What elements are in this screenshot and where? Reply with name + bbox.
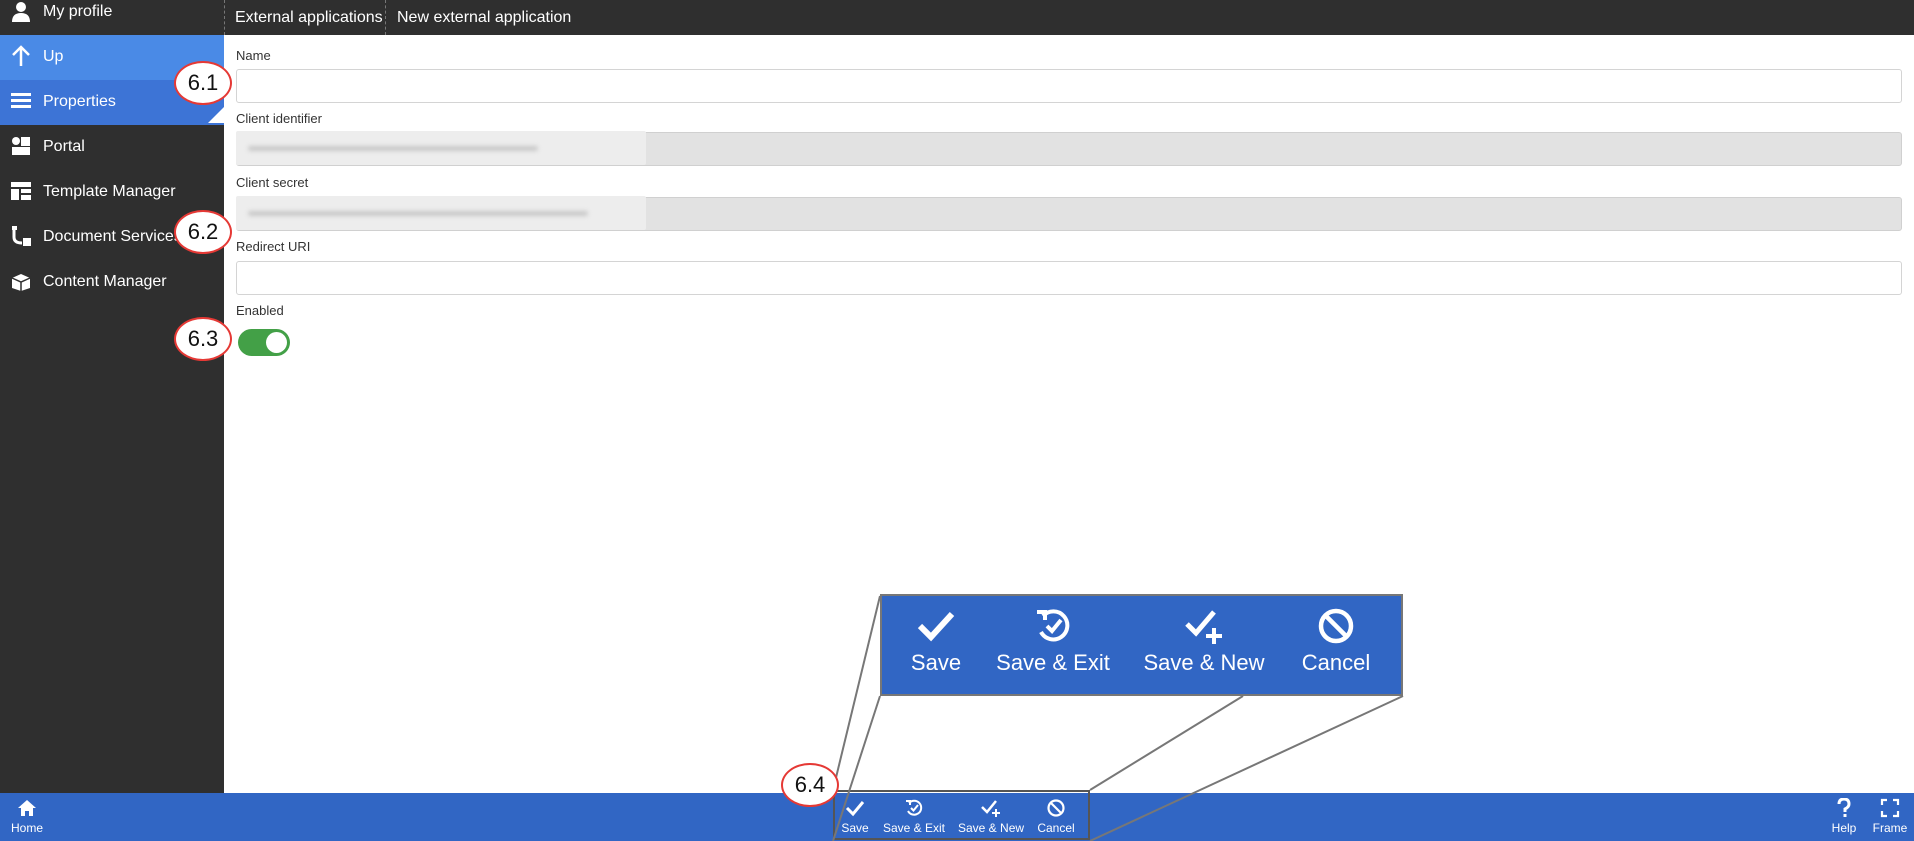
- zoom-connector-lines: [832, 595, 1404, 841]
- breadcrumb: External applications New external appli…: [224, 0, 1914, 35]
- sidebar-item-label: Content Manager: [43, 273, 167, 290]
- save-label: Save: [841, 821, 869, 835]
- annotation-badge: 6.1: [174, 61, 232, 105]
- sidebar-item-template-manager[interactable]: Template Manager: [0, 170, 224, 215]
- client-secret-label: Client secret: [236, 175, 309, 190]
- portal-icon: [10, 135, 32, 157]
- save-new-label: Save & New: [958, 821, 1025, 835]
- bottom-toolbar: Home Save Save & Exit Save & New Cancel …: [0, 790, 1914, 841]
- sidebar-item-label: My profile: [43, 3, 113, 20]
- zoom-save-label: Save: [910, 650, 962, 675]
- annotation-badge: 6.2: [174, 210, 232, 254]
- toggle-knob: [266, 332, 287, 353]
- fullscreen-icon: [1880, 798, 1900, 818]
- client-identifier-redacted: [236, 131, 646, 165]
- help-label: Help: [1831, 821, 1857, 835]
- breadcrumb-external-applications[interactable]: External applications: [235, 9, 383, 27]
- sidebar-item-label: Up: [43, 48, 64, 65]
- template-icon: [10, 180, 32, 202]
- annotation-badge: 6.4: [781, 763, 839, 807]
- user-icon: [10, 0, 32, 22]
- sidebar-item-label: Portal: [43, 138, 85, 155]
- zoom-cancel-button[interactable]: Cancel: [1286, 606, 1386, 676]
- save-exit-label: Save & Exit: [882, 821, 946, 835]
- cancel-label: Cancel: [1037, 821, 1075, 835]
- sidebar-item-label: Document Services: [43, 228, 182, 245]
- sidebar-item-label: Properties: [43, 93, 116, 110]
- cancel-icon: [1046, 798, 1066, 818]
- arrow-up-icon: [10, 45, 32, 67]
- help-icon: [1834, 798, 1854, 818]
- help-button[interactable]: Help: [1827, 798, 1861, 835]
- sidebar: My profile Up Properties Portal Template…: [0, 0, 224, 793]
- frame-button[interactable]: Frame: [1871, 798, 1909, 835]
- sidebar-item-content-manager[interactable]: Content Manager: [0, 260, 224, 305]
- client-secret-redacted: [236, 196, 646, 230]
- save-exit-icon: [904, 798, 924, 818]
- client-identifier-label: Client identifier: [236, 111, 322, 126]
- enabled-label: Enabled: [236, 303, 284, 318]
- zoom-save-button[interactable]: Save: [906, 606, 966, 676]
- save-new-button[interactable]: Save & New: [958, 798, 1024, 835]
- home-button[interactable]: Home: [10, 798, 44, 835]
- cancel-button[interactable]: Cancel: [1034, 798, 1078, 835]
- zoom-save-exit-label: Save & Exit: [996, 650, 1110, 675]
- cancel-icon: [1316, 606, 1356, 646]
- breadcrumb-separator: [385, 0, 386, 35]
- check-icon: [845, 798, 865, 818]
- breadcrumb-new-external-application[interactable]: New external application: [397, 9, 571, 27]
- active-pointer: [208, 107, 224, 123]
- zoom-save-new-label: Save & New: [1143, 650, 1265, 675]
- breadcrumb-separator: [224, 0, 225, 35]
- document-services-icon: [10, 225, 32, 247]
- home-icon: [17, 798, 37, 818]
- zoom-save-new-button[interactable]: Save & New: [1136, 606, 1272, 676]
- sidebar-item-my-profile[interactable]: My profile: [0, 0, 224, 35]
- enabled-toggle[interactable]: [238, 329, 290, 356]
- sidebar-item-portal[interactable]: Portal: [0, 125, 224, 170]
- sidebar-item-label: Template Manager: [43, 183, 176, 200]
- list-icon: [10, 90, 32, 112]
- content-manager-icon: [10, 270, 32, 292]
- save-new-icon: [981, 798, 1001, 818]
- save-exit-icon: [1033, 606, 1073, 646]
- check-icon: [916, 606, 956, 646]
- frame-label: Frame: [1872, 821, 1908, 835]
- redirect-uri-label: Redirect URI: [236, 239, 311, 254]
- zoom-cancel-label: Cancel: [1301, 650, 1371, 675]
- home-label: Home: [10, 821, 43, 835]
- name-field[interactable]: [236, 69, 1902, 103]
- save-new-icon: [1184, 606, 1224, 646]
- name-label: Name: [236, 48, 271, 63]
- redirect-uri-field[interactable]: [236, 261, 1902, 295]
- toolbar-zoom-callout: Save Save & Exit Save & New Cancel: [880, 594, 1403, 696]
- save-exit-button[interactable]: Save & Exit: [882, 798, 946, 835]
- save-button[interactable]: Save: [838, 798, 872, 835]
- zoom-save-exit-button[interactable]: Save & Exit: [988, 606, 1118, 676]
- annotation-badge: 6.3: [174, 317, 232, 361]
